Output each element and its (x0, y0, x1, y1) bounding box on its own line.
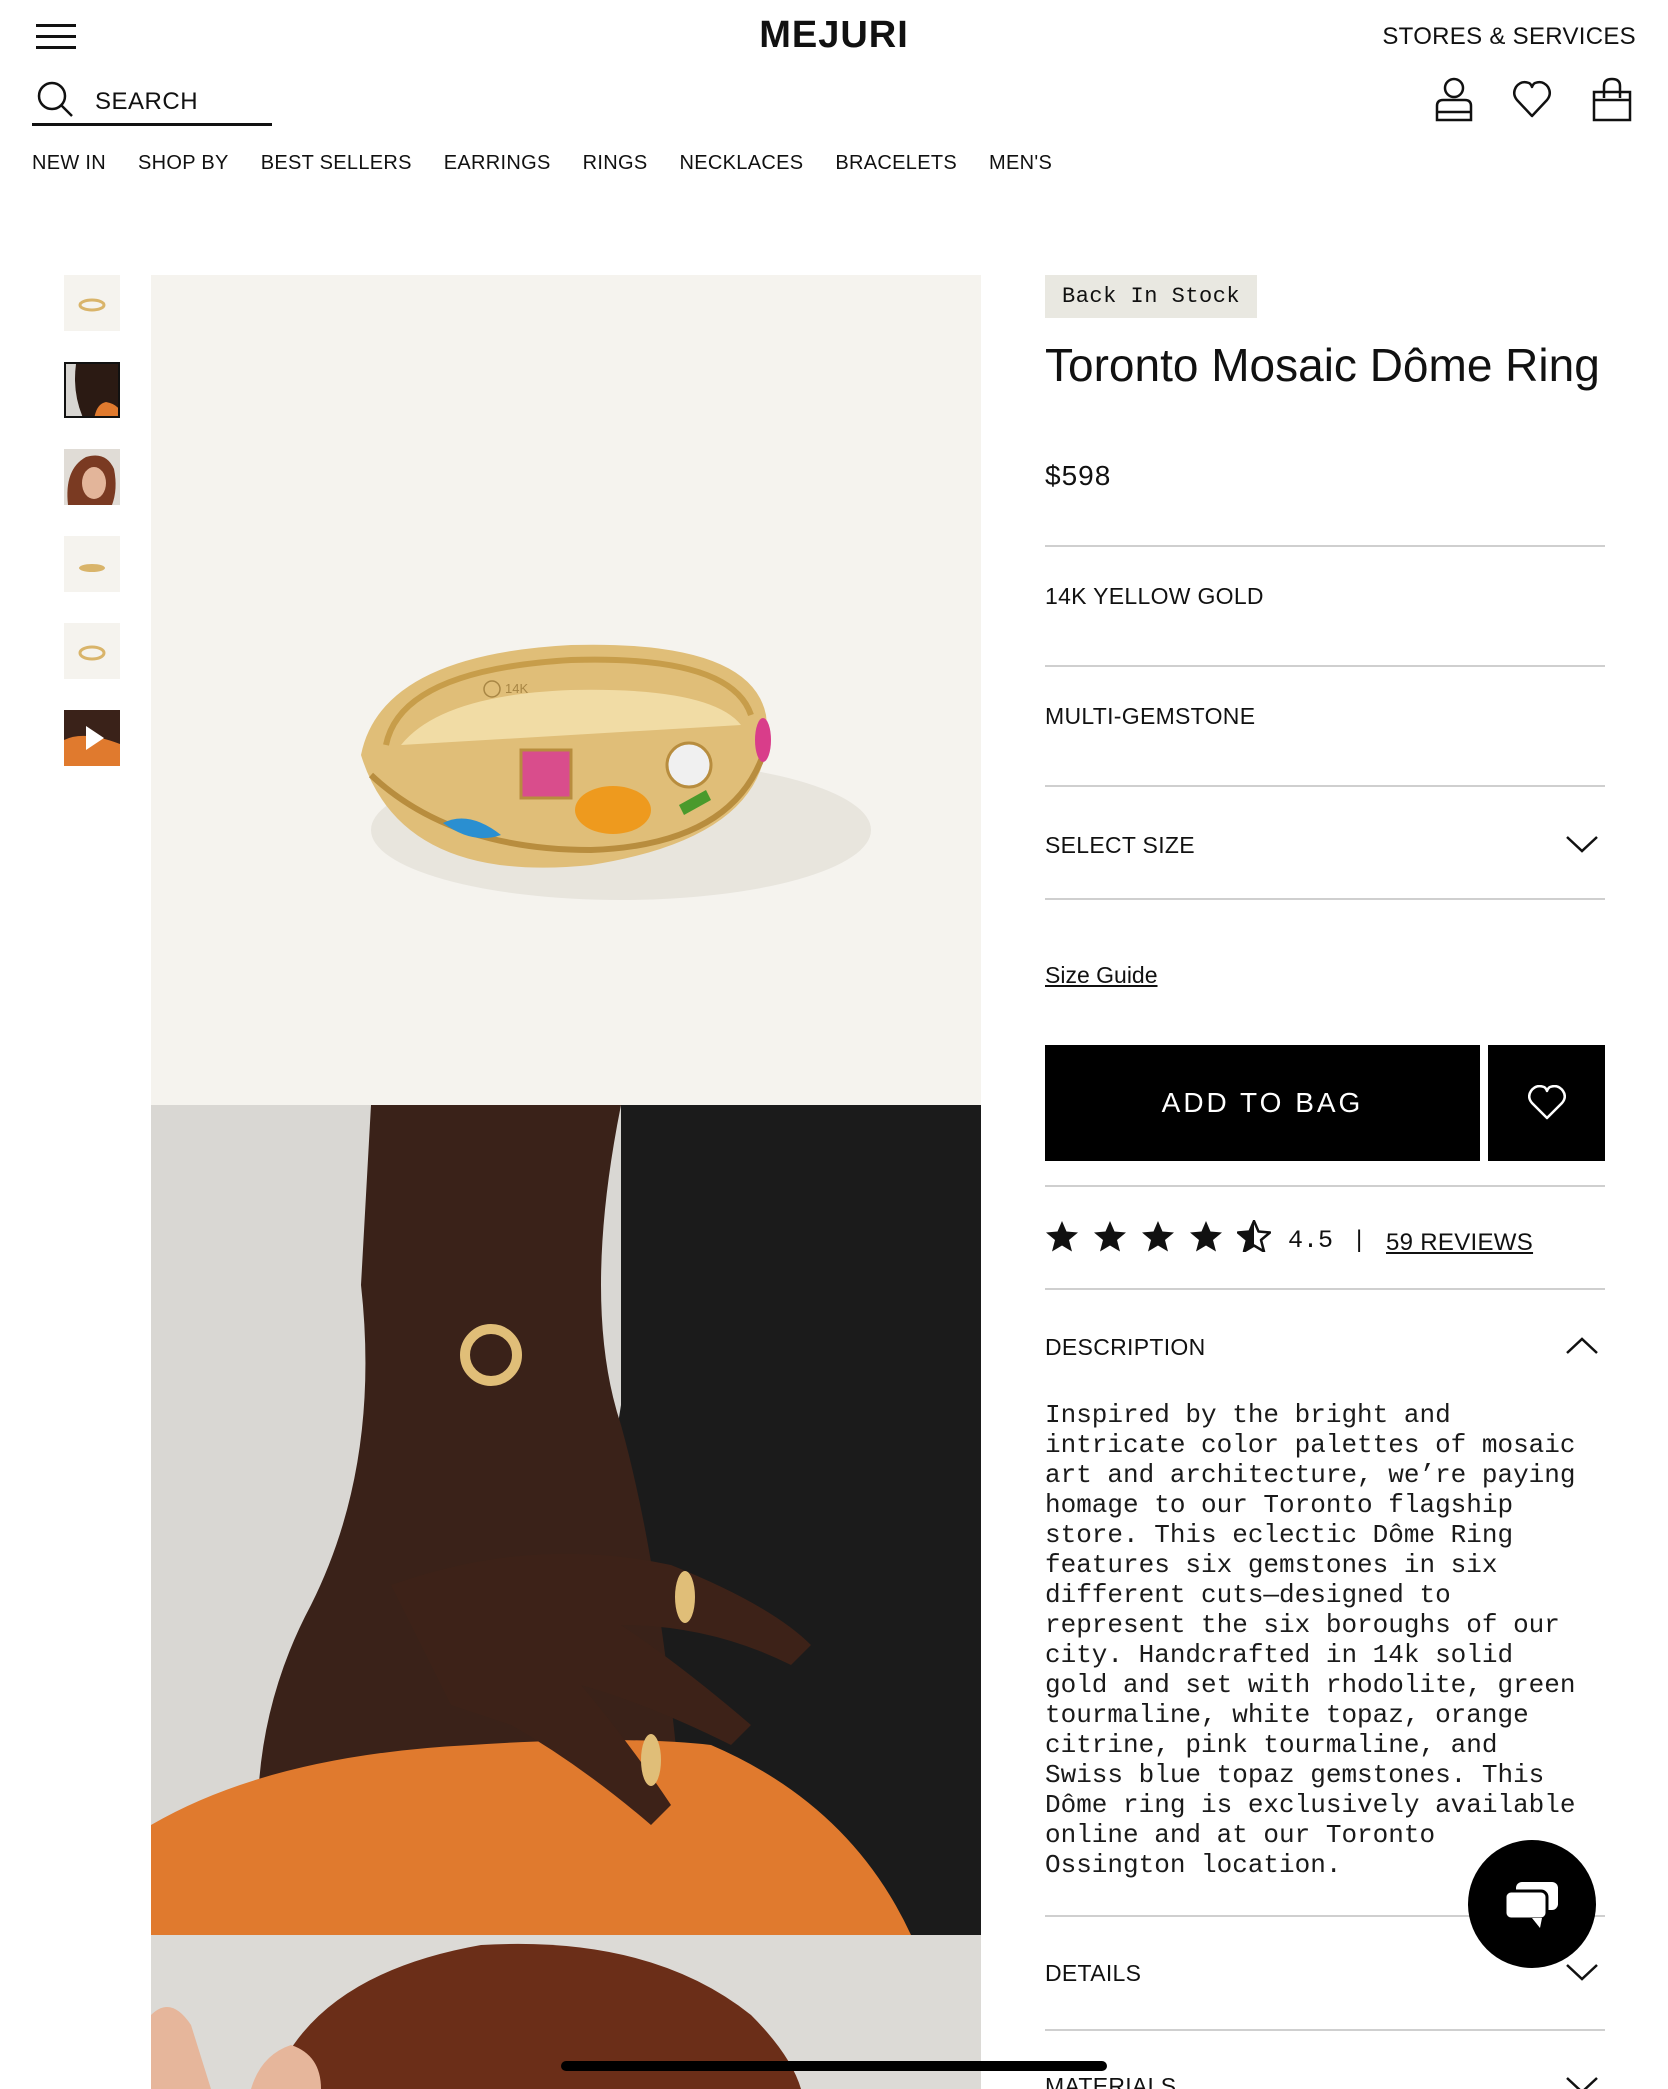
star-full-icon (1190, 1221, 1222, 1252)
product-title: Toronto Mosaic Dôme Ring (1045, 339, 1600, 391)
thumbnail-ring-top[interactable] (64, 623, 120, 679)
nav-mens[interactable]: MEN'S (989, 152, 1052, 175)
search-bar[interactable]: SEARCH (32, 78, 272, 126)
divider (1045, 545, 1605, 547)
thumbnail-model-ear-hand[interactable] (64, 362, 120, 418)
heart-icon (1527, 1085, 1566, 1120)
rating-separator: | (1356, 1226, 1363, 1253)
thumbnail-video[interactable] (64, 710, 120, 766)
nav-best-sellers[interactable]: BEST SELLERS (261, 152, 412, 175)
search-icon (37, 81, 73, 117)
materials-label: MATERIALS (1045, 2073, 1177, 2089)
wishlist-icon[interactable] (1512, 76, 1552, 122)
chat-button[interactable] (1468, 1840, 1596, 1968)
chat-icon (1503, 1882, 1558, 1928)
chevron-down-icon (1566, 2077, 1598, 2089)
size-guide-link[interactable]: Size Guide (1045, 962, 1158, 989)
star-half-icon (1237, 1220, 1271, 1252)
star-rating (1045, 1220, 1271, 1252)
chevron-down-icon (1566, 1964, 1598, 1981)
divider (1045, 785, 1605, 787)
thumbnail-ring-side[interactable] (64, 536, 120, 592)
product-price: $598 (1045, 460, 1112, 491)
star-full-icon (1046, 1221, 1078, 1252)
product-image-model-1[interactable] (151, 1105, 981, 1935)
stock-badge: Back In Stock (1045, 275, 1258, 318)
star-full-icon (1094, 1221, 1126, 1252)
search-label: SEARCH (95, 88, 199, 115)
size-select[interactable]: SELECT SIZE (1045, 790, 1605, 898)
product-image-main[interactable]: 14K (151, 275, 981, 1105)
shopping-bag-icon[interactable] (1592, 76, 1632, 122)
nav-rings[interactable]: RINGS (583, 152, 648, 175)
divider (1045, 1288, 1605, 1290)
nav-necklaces[interactable]: NECKLACES (680, 152, 804, 175)
ring-engraving: 14K (505, 681, 528, 696)
metal-option[interactable]: 14K YELLOW GOLD (1045, 583, 1264, 610)
description-accordion-header[interactable]: DESCRIPTION (1045, 1292, 1605, 1402)
nav-shop-by[interactable]: SHOP BY (138, 152, 229, 175)
nav-bracelets[interactable]: BRACELETS (835, 152, 957, 175)
add-to-wishlist-button[interactable] (1488, 1045, 1605, 1161)
description-text: Inspired by the bright and intricate col… (1045, 1400, 1576, 1880)
thumbnail-ring-product[interactable] (64, 275, 120, 331)
divider (1045, 898, 1605, 900)
thumbnail-model-face[interactable] (64, 449, 120, 505)
reviews-link[interactable]: 59 REVIEWS (1386, 1229, 1533, 1257)
divider (1045, 2029, 1605, 2031)
divider (1045, 1185, 1605, 1187)
account-icon[interactable] (1434, 76, 1474, 122)
divider (1045, 665, 1605, 667)
nav-earrings[interactable]: EARRINGS (444, 152, 551, 175)
size-select-label: SELECT SIZE (1045, 832, 1195, 858)
home-indicator (561, 2061, 1107, 2071)
rating-value: 4.5 (1288, 1226, 1334, 1255)
materials-accordion-header[interactable]: MATERIALS (1045, 2033, 1605, 2089)
main-nav: NEW IN SHOP BY BEST SELLERS EARRINGS RIN… (32, 152, 1052, 175)
stone-option[interactable]: MULTI-GEMSTONE (1045, 703, 1255, 730)
stores-services-link[interactable]: STORES & SERVICES (1382, 23, 1636, 51)
nav-new-in[interactable]: NEW IN (32, 152, 106, 175)
chevron-up-icon (1566, 1337, 1598, 1354)
details-label: DETAILS (1045, 1960, 1142, 1986)
star-full-icon (1142, 1221, 1174, 1252)
add-to-bag-button[interactable]: ADD TO BAG (1045, 1045, 1480, 1161)
description-label: DESCRIPTION (1045, 1334, 1206, 1360)
chevron-down-icon (1566, 836, 1598, 853)
